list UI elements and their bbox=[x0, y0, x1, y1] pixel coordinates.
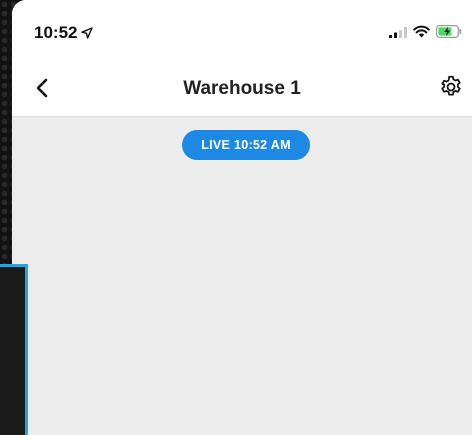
navigation-bar: Warehouse 1 bbox=[12, 60, 472, 117]
cellular-signal-icon bbox=[389, 26, 407, 38]
battery-charging-icon bbox=[436, 25, 462, 38]
gear-icon bbox=[441, 75, 461, 96]
status-icons bbox=[389, 25, 462, 38]
status-bar: 10:52 bbox=[12, 0, 472, 60]
phone-screen: 10:52 Warehouse 1 LIVE 10:52 AM bbox=[12, 0, 472, 435]
side-overlay-panel[interactable] bbox=[0, 264, 28, 435]
location-arrow-icon bbox=[81, 27, 94, 39]
wifi-icon bbox=[413, 25, 430, 38]
settings-button[interactable] bbox=[436, 72, 466, 102]
status-time-group: 10:52 bbox=[34, 23, 94, 43]
live-status-badge: LIVE 10:52 AM bbox=[182, 130, 310, 160]
page-title: Warehouse 1 bbox=[183, 78, 301, 99]
status-time: 10:52 bbox=[34, 23, 78, 42]
